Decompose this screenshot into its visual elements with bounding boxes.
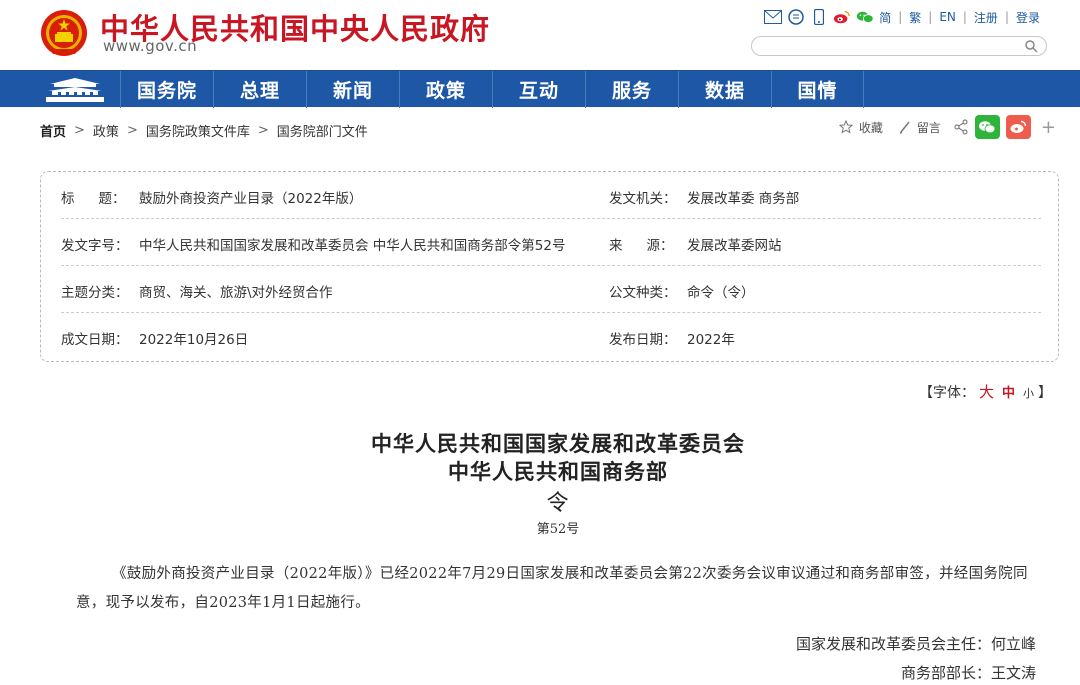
docno-label: 发文字号： <box>61 238 129 254</box>
site-header: 中华人民共和国中央人民政府 www.gov.cn 简 | 繁 | EN | 注册… <box>0 0 1080 70</box>
nav-item-interaction[interactable]: 互动 <box>492 71 585 108</box>
source-value: 发展改革委网站 <box>687 238 782 254</box>
signature-mofcom: 商务部部长：王文涛 <box>900 664 1036 682</box>
chevron-right-icon: > <box>257 123 269 138</box>
chevron-right-icon: > <box>126 123 138 138</box>
font-size-control: 【字体：大中小】 <box>919 381 1052 402</box>
login-link[interactable]: 登录 <box>1016 9 1040 26</box>
nav-item-services[interactable]: 服务 <box>585 71 678 108</box>
info-row-date: 成文日期： 2022年10月26日 发布日期： 2022年 <box>61 313 1041 360</box>
article-title-line3: 令 <box>546 491 570 516</box>
font-large-button[interactable]: 大 <box>979 383 994 401</box>
article-body: 《鼓励外商投资产业目录（2022年版）》已经2022年7月29日国家发展和改革委… <box>76 566 1028 611</box>
divider: | <box>898 10 903 24</box>
nav-item-news[interactable]: 新闻 <box>306 71 399 108</box>
document-info-table: 标题： 鼓励外商投资产业目录（2022年版） 发文机关： 发展改革委 商务部 发… <box>40 171 1059 362</box>
favorite-link[interactable]: 收藏 <box>859 119 883 136</box>
pencil-icon[interactable] <box>899 120 911 134</box>
home-nav-button[interactable] <box>30 71 120 108</box>
pub-date-label: 发布日期： <box>609 332 677 348</box>
register-link[interactable]: 注册 <box>974 9 998 26</box>
share-bar: 收藏 留言 + <box>838 115 1056 139</box>
site-url[interactable]: www.gov.cn <box>103 37 197 55</box>
title-label: 标题： <box>61 191 126 207</box>
breadcrumb-department-docs[interactable]: 国务院部门文件 <box>277 121 368 140</box>
share-icon[interactable] <box>953 119 969 135</box>
nav-item-national-info[interactable]: 国情 <box>771 71 864 108</box>
font-control-suffix: 】 <box>1038 385 1052 401</box>
font-medium-button[interactable]: 中 <box>1002 386 1015 401</box>
chevron-right-icon: > <box>74 123 85 138</box>
search-icon[interactable] <box>1024 39 1038 53</box>
divider: | <box>928 10 933 24</box>
article-doc-number: 第52号 <box>536 522 580 537</box>
star-icon[interactable] <box>838 120 853 134</box>
wechat-share-icon[interactable] <box>974 115 1000 139</box>
font-control-prefix: 【字体： <box>918 385 975 401</box>
search-box <box>751 36 1047 57</box>
nav-item-data[interactable]: 数据 <box>678 71 771 108</box>
article-title-line2: 中华人民共和国商务部 <box>448 459 668 484</box>
breadcrumb: 首页 > 政策 > 国务院政策文件库 > 国务院部门文件 <box>40 121 368 140</box>
nav-items: 国务院 总理 新闻 政策 互动 服务 数据 国情 <box>120 71 864 108</box>
main-nav: 国务院 总理 新闻 政策 互动 服务 数据 国情 <box>0 70 1080 108</box>
info-row-topic: 主题分类： 商贸、海关、旅游\对外经贸合作 公文种类： 命令（令） <box>61 266 1041 313</box>
mobile-icon[interactable] <box>810 8 828 26</box>
type-label: 公文种类： <box>609 285 677 301</box>
nav-item-policy[interactable]: 政策 <box>399 71 492 108</box>
breadcrumb-policy[interactable]: 政策 <box>93 121 119 140</box>
docno-value: 中华人民共和国国家发展和改革委员会 中华人民共和国商务部令第52号 <box>139 238 566 254</box>
info-row-docno: 发文字号： 中华人民共和国国家发展和改革委员会 中华人民共和国商务部令第52号 … <box>61 219 1041 266</box>
issuer-label: 发文机关： <box>609 191 677 207</box>
date-value: 2022年10月26日 <box>139 332 249 348</box>
title-value: 鼓励外商投资产业目录（2022年版） <box>139 191 363 207</box>
topic-label: 主题分类： <box>61 285 129 301</box>
tiananmen-icon <box>46 77 104 102</box>
info-row-title: 标题： 鼓励外商投资产业目录（2022年版） 发文机关： 发展改革委 商务部 <box>61 172 1041 219</box>
search-input[interactable] <box>762 39 1022 57</box>
weibo-share-icon[interactable] <box>1005 115 1031 139</box>
weibo-icon[interactable] <box>833 8 851 26</box>
breadcrumb-home[interactable]: 首页 <box>40 121 66 140</box>
nav-item-premier[interactable]: 总理 <box>213 71 306 108</box>
chat-icon[interactable] <box>787 8 805 26</box>
date-label: 成文日期： <box>61 332 129 348</box>
mail-icon[interactable] <box>764 8 783 26</box>
comment-link[interactable]: 留言 <box>917 119 941 136</box>
nav-item-state-council[interactable]: 国务院 <box>120 71 213 108</box>
breadcrumb-policy-library[interactable]: 国务院政策文件库 <box>146 121 250 140</box>
traditional-chinese-link[interactable]: 繁 <box>909 9 921 26</box>
topic-value: 商贸、海关、旅游\对外经贸合作 <box>139 285 333 301</box>
article-title-line1: 中华人民共和国国家发展和改革委员会 <box>371 431 745 456</box>
source-label: 来源： <box>609 238 674 254</box>
more-share-icon[interactable]: + <box>1041 117 1056 138</box>
divider: | <box>1004 10 1009 24</box>
font-small-button[interactable]: 小 <box>1023 387 1034 400</box>
pub-date-value: 2022年 <box>687 332 735 348</box>
type-value: 命令（令） <box>687 285 755 301</box>
top-tools: 简 | 繁 | EN | 注册 | 登录 <box>764 8 1040 26</box>
divider: | <box>962 10 967 24</box>
simplified-chinese-link[interactable]: 简 <box>879 9 891 26</box>
national-emblem-icon[interactable] <box>38 8 90 58</box>
issuer-value: 发展改革委 商务部 <box>687 191 800 207</box>
english-link[interactable]: EN <box>939 10 956 24</box>
wechat-icon[interactable] <box>856 8 874 26</box>
signature-ndrc: 国家发展和改革委员会主任：何立峰 <box>795 635 1036 653</box>
